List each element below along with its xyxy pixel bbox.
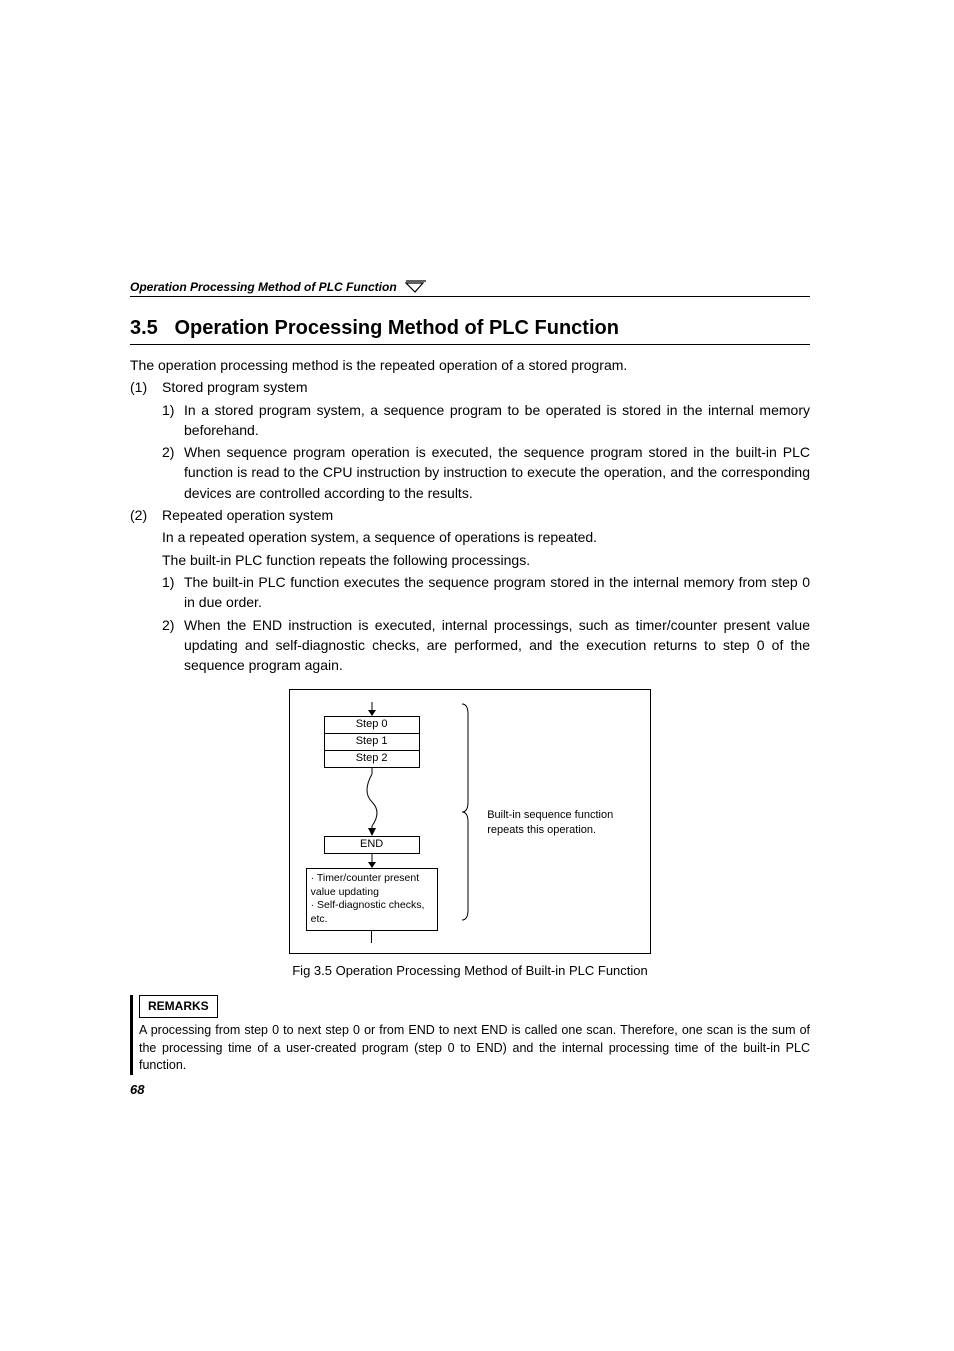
section-title-text: Operation Processing Method of PLC Funct…	[174, 317, 618, 339]
figure-left-column: Step 0 Step 1 Step 2 END · Timer/counter…	[300, 702, 443, 942]
header-decoration-icon	[405, 280, 427, 294]
proc-line-2: · Self-diagnostic checks, etc.	[311, 899, 433, 926]
item-1-title: Stored program system	[162, 377, 810, 397]
item-2-line-2: The built-in PLC function repeats the fo…	[162, 550, 810, 570]
item-2-title: Repeated operation system	[162, 505, 810, 525]
item-2-sub-1-num: 1)	[162, 572, 184, 613]
step-0-box: Step 0	[324, 716, 420, 734]
item-1: (1) Stored program system	[130, 377, 810, 397]
processing-box: · Timer/counter present value updating ·…	[306, 868, 438, 931]
item-2: (2) Repeated operation system	[130, 505, 810, 525]
body-text: The operation processing method is the r…	[130, 355, 810, 1075]
header-rule	[130, 296, 810, 297]
bracket-icon	[461, 702, 469, 922]
item-2-line-1: In a repeated operation system, a sequen…	[162, 527, 810, 547]
page-number: 68	[130, 1082, 144, 1097]
intro-text: The operation processing method is the r…	[130, 355, 810, 375]
item-1-num: (1)	[130, 377, 162, 397]
item-1-sub-1-num: 1)	[162, 400, 184, 441]
remarks-block: REMARKS A processing from step 0 to next…	[130, 995, 810, 1075]
item-1-sub-2: 2) When sequence program operation is ex…	[162, 442, 810, 503]
item-2-sub-1: 1) The built-in PLC function executes th…	[162, 572, 810, 613]
arrow-down-icon	[365, 702, 379, 716]
item-2-sub-1-text: The built-in PLC function executes the s…	[184, 572, 810, 613]
stub-line	[371, 931, 372, 943]
arrow-down-icon	[365, 854, 379, 868]
item-2-sub-2-num: 2)	[162, 615, 184, 676]
item-1-sub-1-text: In a stored program system, a sequence p…	[184, 400, 810, 441]
flow-curve-icon	[324, 768, 420, 836]
item-2-num: (2)	[130, 505, 162, 525]
item-2-sub-2: 2) When the END instruction is executed,…	[162, 615, 810, 676]
item-1-sub-2-num: 2)	[162, 442, 184, 503]
page-content: Operation Processing Method of PLC Funct…	[130, 280, 810, 1075]
figure-inner: Step 0 Step 1 Step 2 END · Timer/counter…	[300, 702, 640, 942]
proc-line-1: · Timer/counter present value updating	[311, 872, 433, 899]
figure-3-5: Step 0 Step 1 Step 2 END · Timer/counter…	[289, 689, 651, 953]
item-1-sub-1: 1) In a stored program system, a sequenc…	[162, 400, 810, 441]
running-head-text: Operation Processing Method of PLC Funct…	[130, 280, 403, 294]
title-rule	[130, 344, 810, 345]
running-head-row: Operation Processing Method of PLC Funct…	[130, 280, 810, 294]
figure-caption: Fig 3.5 Operation Processing Method of B…	[130, 962, 810, 981]
end-box: END	[324, 836, 420, 854]
item-2-sub-2-text: When the END instruction is executed, in…	[184, 615, 810, 676]
remarks-label: REMARKS	[139, 995, 218, 1018]
step-1-box: Step 1	[324, 734, 420, 751]
step-2-box: Step 2	[324, 751, 420, 768]
section-number: 3.5	[130, 317, 158, 339]
item-1-sub-2-text: When sequence program operation is execu…	[184, 442, 810, 503]
figure-right-text: Built-in sequence function repeats this …	[487, 808, 640, 838]
remarks-text: A processing from step 0 to next step 0 …	[139, 1022, 810, 1075]
section-title: 3.5 Operation Processing Method of PLC F…	[130, 317, 810, 340]
